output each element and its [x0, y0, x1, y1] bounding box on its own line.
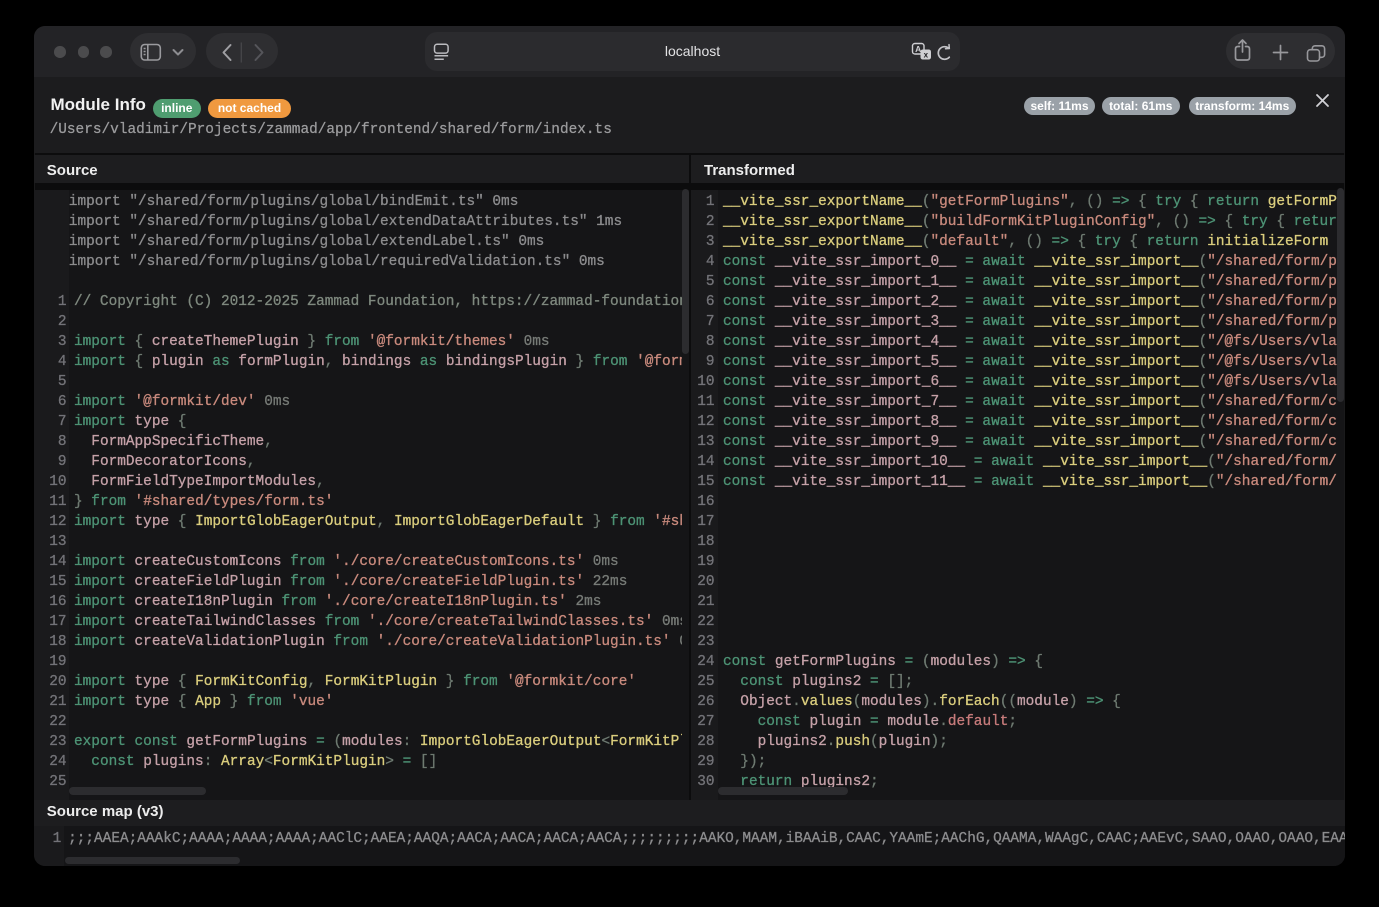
svg-text:A: A — [915, 44, 921, 54]
svg-text:x: x — [924, 51, 929, 60]
